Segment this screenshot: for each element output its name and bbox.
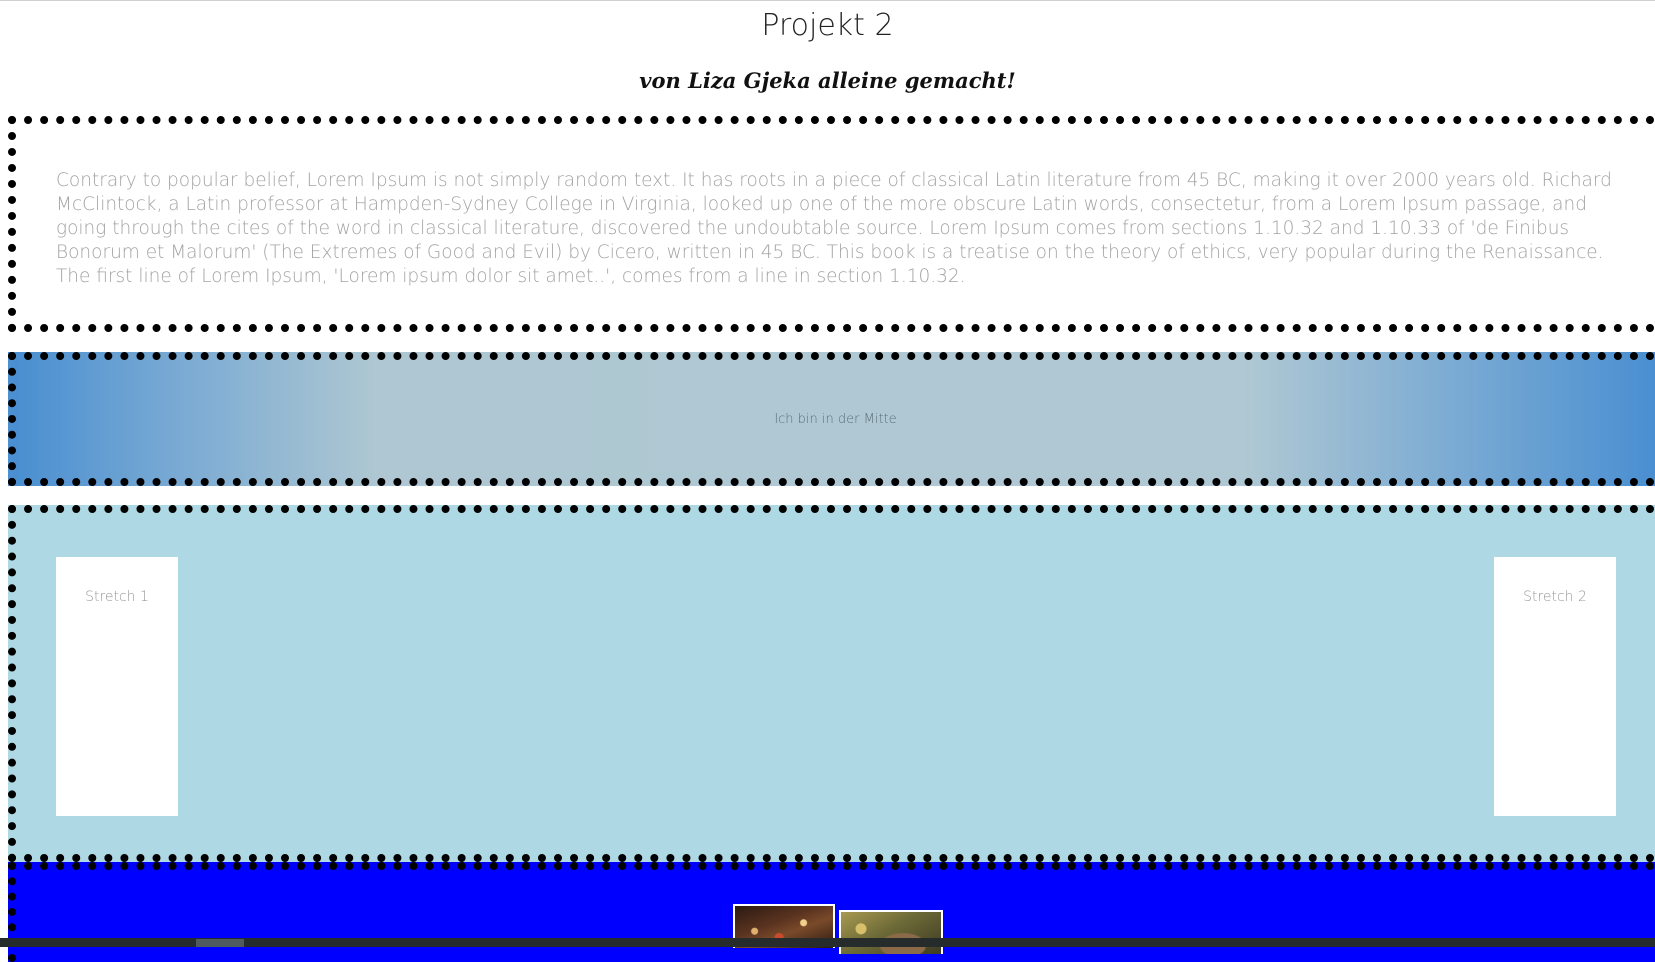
horizontal-scrollbar[interactable]: [0, 938, 1655, 947]
stretch-box-2: Stretch 2: [1494, 557, 1616, 816]
page-title: Projekt 2: [761, 8, 894, 43]
center-label: Ich bin in der Mitte: [774, 411, 897, 427]
top-divider: [0, 0, 1655, 1]
scrollbar-thumb[interactable]: [196, 939, 244, 947]
gallery-section: [8, 862, 1655, 962]
cat-photo[interactable]: [839, 910, 943, 954]
page-subtitle: von Liza Gjeka alleine gemacht!: [639, 68, 1016, 93]
lorem-paragraph: Contrary to popular belief, Lorem Ipsum …: [56, 170, 1612, 287]
gradient-section: Ich bin in der Mitte: [8, 352, 1655, 486]
stretch-section: Stretch 1 Stretch 2: [8, 505, 1655, 862]
text-section: Contrary to popular belief, Lorem Ipsum …: [8, 116, 1655, 332]
stretch-box-1: Stretch 1: [56, 557, 178, 816]
